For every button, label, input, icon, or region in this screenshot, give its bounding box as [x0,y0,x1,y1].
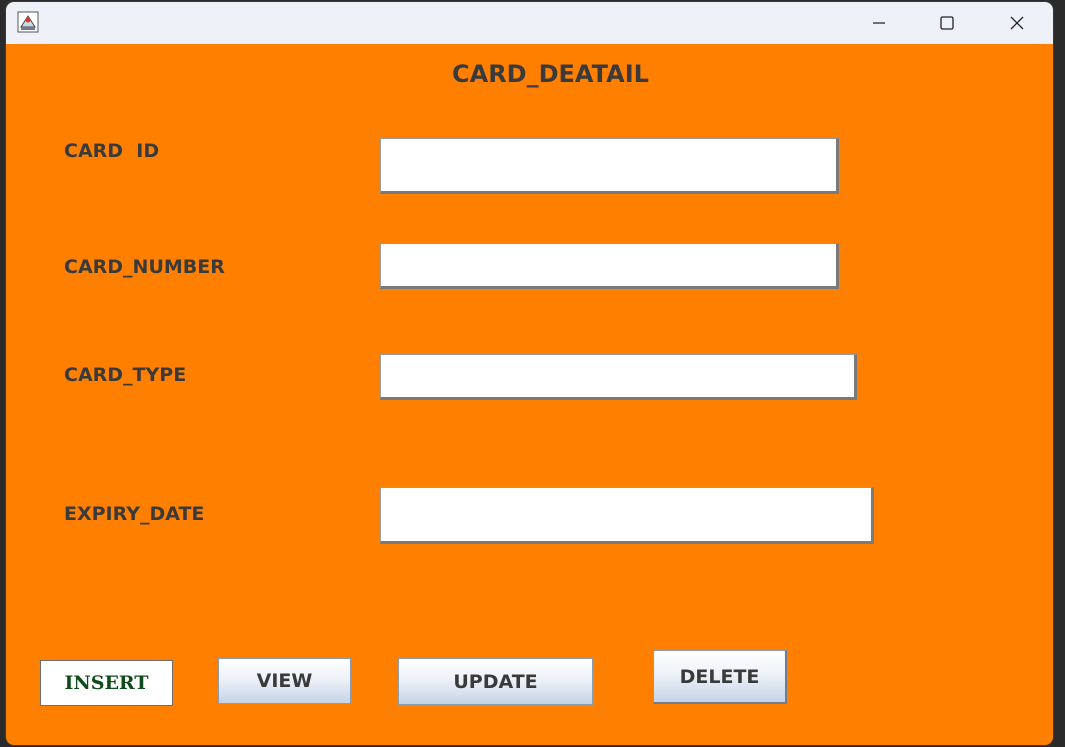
expiry-date-input[interactable] [380,487,874,544]
delete-button[interactable]: DELETE [653,650,787,704]
card-number-label: CARD_NUMBER [64,256,225,278]
maximize-button[interactable] [912,2,982,44]
form-panel: CARD_DEATAIL CARD ID CARD_NUMBER CARD_TY… [6,44,1053,745]
view-button[interactable]: VIEW [218,658,351,704]
form-title: CARD_DEATAIL [452,60,649,88]
java-app-icon [17,11,39,33]
card-id-input[interactable] [380,138,839,194]
title-bar[interactable] [6,2,1053,44]
close-icon [1010,16,1024,30]
card-type-input[interactable] [380,354,857,400]
card-number-input[interactable] [380,243,839,289]
minimize-button[interactable] [844,2,914,44]
insert-button[interactable]: INSERT [40,660,173,706]
app-window: CARD_DEATAIL CARD ID CARD_NUMBER CARD_TY… [6,2,1053,745]
card-id-label: CARD ID [64,140,160,162]
minimize-icon [873,22,885,24]
close-button[interactable] [982,2,1052,44]
maximize-icon [940,16,954,30]
card-type-label: CARD_TYPE [64,364,187,386]
expiry-date-label: EXPIRY_DATE [64,503,205,525]
update-button[interactable]: UPDATE [398,658,593,705]
